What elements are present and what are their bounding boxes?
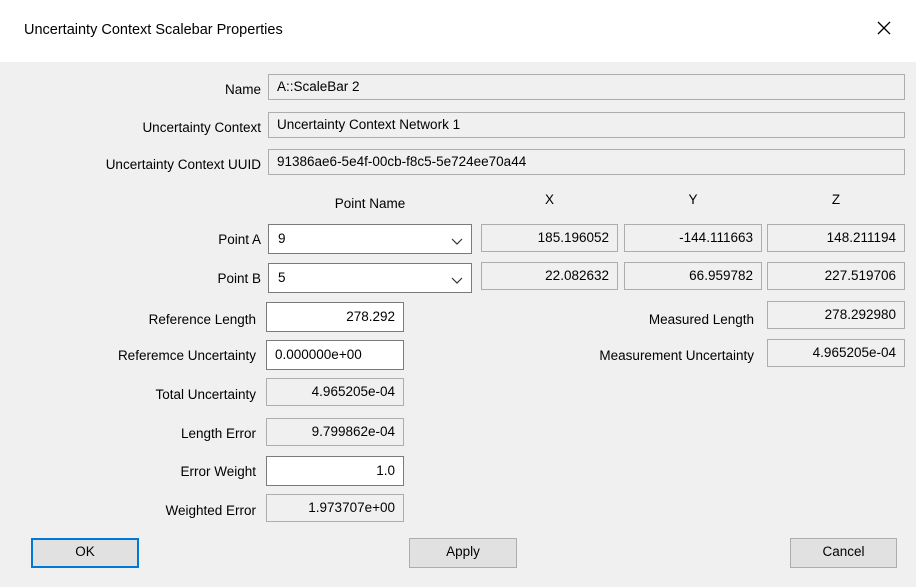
- measured-length-field: 278.292980: [767, 301, 905, 329]
- measured-length-label: Measured Length: [648, 312, 754, 327]
- point-name-header: Point Name: [334, 196, 406, 211]
- uncertainty-context-label: Uncertainty Context: [142, 120, 261, 135]
- error-weight-input[interactable]: 1.0: [266, 456, 404, 486]
- close-icon[interactable]: [870, 14, 898, 42]
- point-b-select[interactable]: 5: [268, 263, 472, 293]
- point-a-y: -144.111663: [624, 224, 762, 252]
- point-a-x: 185.196052: [481, 224, 618, 252]
- scalebar-properties-dialog: Uncertainty Context Scalebar Properties …: [0, 0, 916, 587]
- uncertainty-context-field: Uncertainty Context Network 1: [268, 112, 905, 138]
- total-uncertainty-label: Total Uncertainty: [155, 387, 256, 402]
- z-header: Z: [831, 192, 841, 207]
- point-a-label: Point A: [218, 232, 261, 247]
- weighted-error-field: 1.973707e+00: [266, 494, 404, 522]
- length-error-label: Length Error: [180, 426, 256, 441]
- ok-button[interactable]: OK: [31, 538, 139, 568]
- name-label: Name: [224, 82, 261, 97]
- y-header: Y: [688, 192, 698, 207]
- reference-uncertainty-input[interactable]: 0.000000e+00: [266, 340, 404, 370]
- point-a-select-value: 9: [278, 231, 286, 246]
- measurement-uncertainty-label: Measurement Uncertainty: [599, 348, 754, 363]
- chevron-down-icon: [450, 274, 464, 284]
- point-b-z: 227.519706: [767, 262, 905, 290]
- error-weight-label: Error Weight: [180, 464, 256, 479]
- measurement-uncertainty-field: 4.965205e-04: [767, 339, 905, 367]
- point-b-x: 22.082632: [481, 262, 618, 290]
- reference-length-label: Reference Length: [148, 312, 256, 327]
- x-header: X: [544, 192, 554, 207]
- weighted-error-label: Weighted Error: [165, 503, 256, 518]
- title-bar: Uncertainty Context Scalebar Properties: [0, 0, 916, 62]
- point-b-label: Point B: [217, 271, 261, 286]
- uncertainty-context-uuid-field: 91386ae6-5e4f-00cb-f8c5-5e724ee70a44: [268, 149, 905, 175]
- length-error-field: 9.799862e-04: [266, 418, 404, 446]
- cancel-button[interactable]: Cancel: [790, 538, 897, 568]
- chevron-down-icon: [450, 235, 464, 245]
- window-title: Uncertainty Context Scalebar Properties: [24, 22, 283, 38]
- point-a-select[interactable]: 9: [268, 224, 472, 254]
- uncertainty-context-uuid-label: Uncertainty Context UUID: [105, 157, 261, 172]
- total-uncertainty-field: 4.965205e-04: [266, 378, 404, 406]
- point-b-select-value: 5: [278, 270, 286, 285]
- apply-button[interactable]: Apply: [409, 538, 517, 568]
- reference-length-input[interactable]: 278.292: [266, 302, 404, 332]
- point-b-y: 66.959782: [624, 262, 762, 290]
- point-a-z: 148.211194: [767, 224, 905, 252]
- reference-uncertainty-label: Referemce Uncertainty: [117, 348, 256, 363]
- name-field: A::ScaleBar 2: [268, 74, 905, 100]
